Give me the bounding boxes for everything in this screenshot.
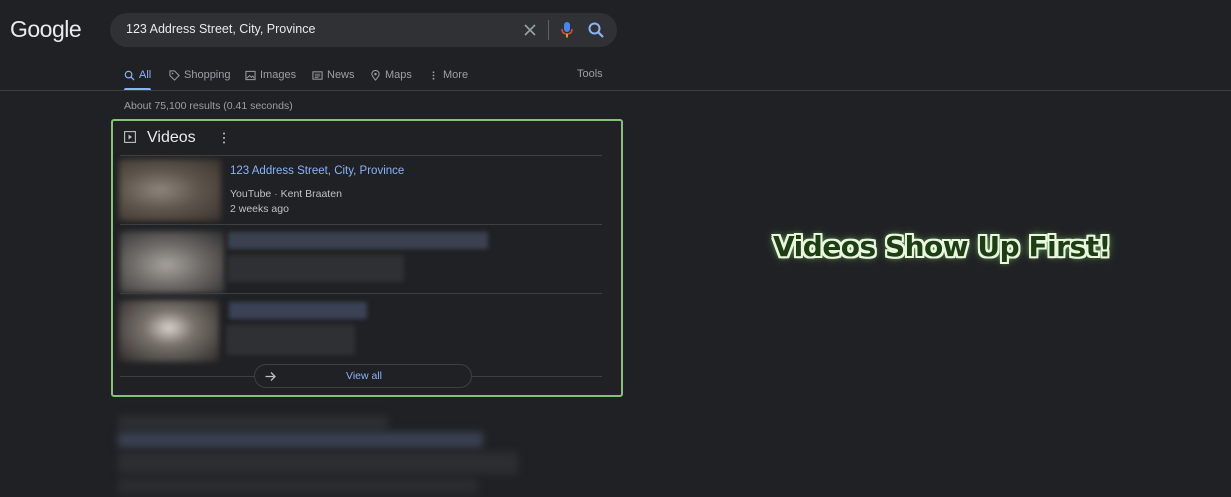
blurred-title: [228, 232, 488, 249]
tab-label: Shopping: [184, 69, 231, 81]
blurred-result: [118, 478, 478, 494]
row-divider: [120, 155, 602, 156]
tab-label: News: [327, 69, 355, 81]
video-thumbnail-blurred[interactable]: [119, 300, 219, 362]
tab-maps[interactable]: Maps: [370, 66, 412, 84]
play-icon: [124, 131, 136, 143]
news-icon: [312, 70, 323, 80]
blurred-meta: [226, 325, 355, 355]
video-thumbnail-blurred[interactable]: [120, 231, 224, 293]
search-icon[interactable]: [587, 21, 605, 39]
tab-shopping[interactable]: Shopping: [169, 66, 231, 84]
view-all-label: View all: [346, 370, 382, 382]
vertical-dots-icon: [432, 70, 435, 80]
blurred-result: [118, 452, 518, 474]
blurred-result: [118, 432, 483, 448]
search-bar[interactable]: 123 Address Street, City, Province: [110, 13, 617, 47]
blurred-title: [229, 302, 367, 319]
search-divider: [548, 20, 549, 40]
view-all-button[interactable]: View all: [254, 364, 472, 388]
map-pin-icon: [371, 69, 380, 81]
tab-label: All: [139, 69, 152, 81]
search-icon: [124, 70, 135, 81]
arrow-right-icon: [265, 372, 276, 381]
video-title-link[interactable]: 123 Address Street, City, Province: [230, 165, 404, 177]
videos-heading: Videos: [147, 129, 196, 146]
tab-news[interactable]: News: [312, 66, 355, 84]
more-options-icon[interactable]: [222, 132, 226, 144]
tab-more[interactable]: More: [428, 66, 468, 84]
tab-images[interactable]: Images: [245, 66, 296, 84]
close-icon[interactable]: [522, 22, 538, 38]
callout-text: Videos Show Up First!: [773, 230, 1111, 263]
blurred-result: [118, 416, 388, 430]
header-divider: [0, 90, 1231, 91]
video-source: YouTube · Kent Braaten: [230, 188, 342, 200]
image-icon: [245, 70, 256, 80]
video-author: Kent Braaten: [280, 188, 342, 200]
google-logo[interactable]: Google: [10, 16, 82, 43]
search-input[interactable]: 123 Address Street, City, Province: [126, 22, 315, 36]
video-date: 2 weeks ago: [230, 203, 289, 215]
blurred-meta: [227, 255, 404, 282]
video-platform: YouTube: [230, 188, 272, 200]
tab-label: Images: [260, 69, 297, 81]
tab-label: More: [443, 69, 469, 81]
tools-button[interactable]: Tools: [577, 68, 603, 80]
mic-icon[interactable]: [560, 21, 574, 39]
video-thumbnail[interactable]: [119, 159, 221, 221]
result-stats: About 75,100 results (0.41 seconds): [124, 100, 293, 112]
tab-label: Maps: [385, 69, 412, 81]
row-divider: [120, 224, 602, 225]
separator-dot: ·: [271, 188, 281, 200]
tag-icon: [169, 69, 180, 81]
row-divider: [120, 293, 602, 294]
tab-all[interactable]: All: [124, 66, 151, 84]
